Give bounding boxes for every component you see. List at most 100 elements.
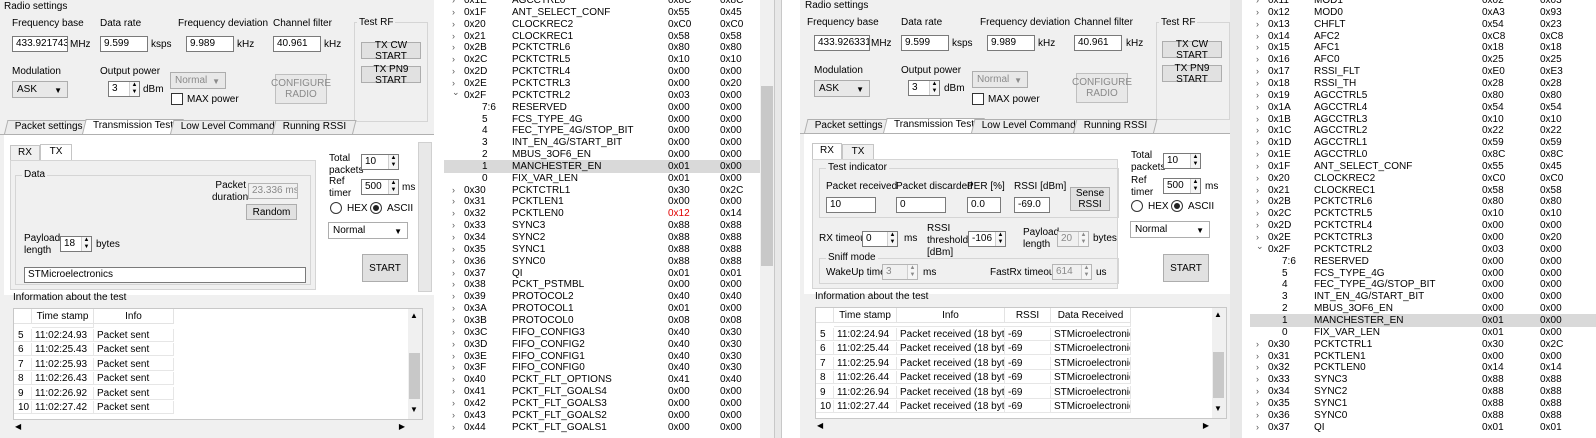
random-button[interactable]: Random — [246, 204, 297, 220]
spinner-arrows-icon[interactable]: ▲ ▼ — [388, 155, 398, 169]
spinner-arrows-icon[interactable]: ▲ ▼ — [995, 232, 1005, 246]
freq-base-input[interactable]: 433.926331 — [814, 35, 870, 51]
total-packets-input[interactable]: 10 ▲ ▼ — [361, 154, 399, 170]
register-value: 0x00 — [668, 421, 690, 433]
mode-select[interactable]: Normal ▼ — [1130, 221, 1210, 238]
chan-filter-input[interactable]: 40.961 — [1074, 35, 1122, 51]
configure-radio-button[interactable]: CONFIGURE RADIO — [271, 74, 331, 104]
wakeup-input: 3 ▲ ▼ — [882, 264, 918, 280]
payload-length-input[interactable]: 18 ▲ ▼ — [60, 236, 92, 252]
left-register-scrollbar[interactable] — [760, 0, 774, 438]
tab-packet-settings[interactable]: Packet settings — [4, 120, 94, 134]
grid-row-number: 7 — [14, 357, 32, 371]
tab-label: Transmission Test — [893, 119, 975, 130]
freq-dev-input[interactable]: 9.989 — [186, 36, 234, 52]
tx-cw-start-button[interactable]: TX CW START — [361, 40, 421, 62]
start-button[interactable]: START — [1163, 254, 1209, 282]
scroll-up-icon[interactable]: ▲ — [410, 311, 418, 320]
tab-tx[interactable]: TX — [40, 144, 72, 160]
tx-cw-start-button[interactable]: TX CW START — [1162, 39, 1222, 61]
freq-dev-input[interactable]: 9.989 — [987, 35, 1035, 51]
rssi-threshold-input[interactable]: -106 ▲ ▼ — [968, 231, 1006, 247]
tab-running-rssi[interactable]: Running RSSI — [272, 120, 357, 134]
chevron-right-icon[interactable]: › — [452, 421, 455, 434]
scroll-down-icon[interactable]: ▼ — [410, 405, 418, 414]
tab-content-scrollbar[interactable] — [418, 142, 432, 292]
output-power-input[interactable]: 3 ▲ ▼ — [908, 80, 940, 96]
test-rf-label: Test RF — [1159, 17, 1198, 28]
tab-label: Packet settings — [814, 120, 883, 131]
ref-timer-value: 500 — [1167, 180, 1184, 191]
start-button[interactable]: START — [362, 254, 408, 282]
hex-radio[interactable] — [1131, 200, 1143, 212]
tab-packet-settings[interactable]: Packet settings — [804, 119, 894, 133]
horizontal-scrollbar[interactable]: ◀ ▶ — [815, 421, 1227, 433]
tab-low-level-command[interactable]: Low Level Command — [971, 119, 1087, 133]
tab-running-rssi[interactable]: Running RSSI — [1073, 119, 1158, 133]
tab-transmission-test[interactable]: Transmission Test — [82, 119, 184, 134]
data-rate-input[interactable]: 9.599 — [901, 35, 949, 51]
spinner-arrows-icon[interactable]: ▲ ▼ — [887, 232, 897, 246]
modulation-select[interactable]: ASK ▼ — [814, 80, 870, 97]
scroll-thumb[interactable] — [1213, 352, 1224, 398]
scroll-right-icon[interactable]: ▶ — [399, 422, 405, 431]
tx-pn9-start-button[interactable]: TX PN9 START — [1162, 63, 1222, 85]
max-power-checkbox[interactable] — [171, 93, 183, 105]
scroll-right-icon[interactable]: ▶ — [1203, 421, 1209, 430]
chevron-right-icon[interactable]: › — [1256, 421, 1259, 434]
spinner-arrows-icon[interactable]: ▲ ▼ — [1190, 179, 1200, 193]
scroll-left-icon[interactable]: ◀ — [817, 421, 823, 430]
output-power-input[interactable]: 3 ▲ ▼ — [108, 81, 140, 97]
grid-cell: 11:02:26.44 — [834, 371, 897, 385]
left-register-list[interactable]: › 0x1E AGCCTRL0 0x8C 0x8C › 0x1F ANT_SELECT_CON… — [444, 0, 760, 438]
data-rate-input[interactable]: 9.599 — [100, 36, 148, 52]
ref-timer-ms: ms — [1205, 181, 1219, 192]
ref-timer-input[interactable]: 500 ▲ ▼ — [1163, 178, 1201, 194]
tab-rx[interactable]: RX — [10, 145, 40, 160]
tab-transmission-test[interactable]: Transmission Test — [883, 118, 985, 133]
tx-pn9-start-button[interactable]: TX PN9 START — [361, 64, 421, 86]
spinner-arrows-icon[interactable]: ▲ ▼ — [1190, 154, 1200, 168]
normal-select[interactable]: Normal ▼ — [170, 72, 226, 89]
chevron-down-icon[interactable]: ⌄ — [1256, 240, 1264, 253]
scroll-thumb[interactable] — [409, 353, 420, 399]
rx-timeout-input[interactable]: 0 ▲ ▼ — [862, 231, 898, 247]
info-grid-scrollbar[interactable]: ▲ ▼ — [1212, 308, 1226, 418]
spinner-arrows-icon[interactable]: ▲ ▼ — [388, 180, 398, 194]
scroll-up-icon[interactable]: ▲ — [1214, 310, 1222, 319]
tab-tx[interactable]: TX — [842, 144, 874, 159]
ref-timer-input[interactable]: 500 ▲ ▼ — [361, 179, 399, 195]
register-row[interactable]: › 0x37 QI 0x01 0x01 — [1250, 421, 1596, 434]
grid-header-rownum — [14, 309, 32, 324]
spinner-arrows-icon[interactable]: ▲ ▼ — [129, 82, 139, 96]
spinner-arrows-icon[interactable]: ▲ ▼ — [81, 237, 91, 251]
ascii-radio[interactable] — [1171, 200, 1183, 212]
info-grid-scrollbar[interactable]: ▲ ▼ — [408, 309, 422, 419]
modulation-select[interactable]: ASK ▼ — [12, 81, 68, 98]
payload-input[interactable]: STMicroelectronics — [24, 267, 306, 283]
scroll-down-icon[interactable]: ▼ — [1214, 404, 1222, 413]
total-packets-input[interactable]: 10 ▲ ▼ — [1163, 153, 1201, 169]
sense-rssi-button[interactable]: Sense RSSI — [1070, 187, 1110, 211]
grid-cell: -69 — [1005, 385, 1051, 399]
configure-radio-button[interactable]: CONFIGURE RADIO — [1072, 73, 1132, 103]
tab-low-level-command[interactable]: Low Level Command — [170, 120, 286, 134]
normal-select[interactable]: Normal ▼ — [972, 71, 1028, 88]
tab-rx[interactable]: RX — [812, 143, 842, 159]
mode-select[interactable]: Normal ▼ — [328, 222, 408, 239]
max-power-checkbox[interactable] — [972, 93, 984, 105]
right-register-list[interactable]: › 0x11 MOD1 0x02 0x03 › 0x12 MOD0 0xA3 0x93 › 0x13 C… — [1250, 0, 1596, 438]
freq-base-input[interactable]: 433.921743 — [12, 36, 68, 52]
grid-cell: 11:02:27.44 — [834, 400, 897, 413]
register-row[interactable]: › 0x44 PCKT_FLT_GOALS1 0x00 0x00 — [444, 421, 760, 434]
chan-filter-input[interactable]: 40.961 — [273, 36, 321, 52]
right-panel-scrollbar[interactable] — [1230, 0, 1242, 438]
chevron-down-icon[interactable]: ⌄ — [452, 86, 460, 99]
spinner-arrows-icon[interactable]: ▲ ▼ — [929, 81, 939, 95]
wakeup-value: 3 — [886, 266, 892, 277]
scroll-left-icon[interactable]: ◀ — [15, 422, 21, 431]
horizontal-scrollbar[interactable]: ◀ ▶ — [13, 422, 423, 434]
scroll-thumb[interactable] — [761, 86, 773, 266]
ascii-radio[interactable] — [370, 202, 382, 214]
hex-radio[interactable] — [330, 202, 342, 214]
